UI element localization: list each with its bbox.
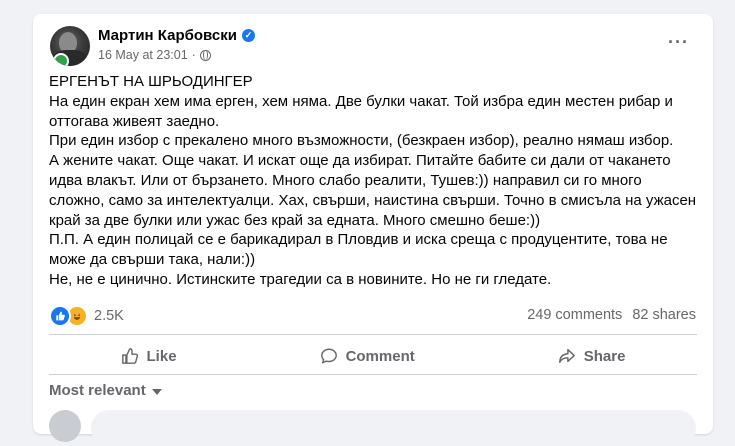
- post-paragraph: П.П. А един полицай се е барикадирал в П…: [49, 231, 668, 269]
- comment-input[interactable]: [91, 410, 696, 446]
- author-name[interactable]: Мартин Карбовски: [98, 27, 237, 44]
- comments-count[interactable]: 249 comments: [527, 307, 622, 323]
- post-meta: 16 May at 23:01 ·: [98, 48, 211, 62]
- comment-label: Comment: [345, 347, 415, 365]
- like-button[interactable]: Like: [101, 341, 197, 371]
- reactions-summary[interactable]: 2.5K: [49, 305, 124, 327]
- online-status-icon: [53, 53, 69, 66]
- current-user-avatar: [49, 410, 81, 442]
- post-card: Мартин Карбовски ✓ 16 May at 23:01 · ···…: [33, 14, 713, 446]
- divider: [49, 334, 697, 335]
- divider: [49, 374, 697, 375]
- share-label: Share: [583, 347, 626, 365]
- post-actions: Like Comment Share: [49, 339, 697, 373]
- verified-badge-icon: ✓: [241, 29, 255, 42]
- post-paragraph: Не, не е цинично. Истинските трагедии са…: [49, 270, 552, 288]
- author-name-row: Мартин Карбовски ✓: [98, 27, 255, 44]
- like-reaction-icon: [49, 305, 71, 327]
- post-timestamp[interactable]: 16 May at 23:01: [98, 48, 188, 62]
- share-icon: [558, 347, 576, 365]
- comment-icon: [320, 347, 338, 365]
- post-text: ЕРГЕНЪТ НА ШРЬОДИНГЕР На един екран хем …: [49, 72, 701, 290]
- reaction-count[interactable]: 2.5K: [94, 308, 124, 324]
- globe-icon: [199, 49, 211, 61]
- meta-separator: ·: [191, 48, 196, 62]
- shares-count[interactable]: 82 shares: [632, 307, 696, 323]
- more-options-icon[interactable]: ···: [668, 32, 689, 53]
- comment-sort-label: Most relevant: [49, 382, 146, 399]
- comment-sort-dropdown[interactable]: Most relevant: [49, 382, 162, 399]
- like-label: Like: [146, 347, 177, 365]
- post-paragraph: А жените чакат. Още чакат. И искат още д…: [49, 152, 697, 229]
- comment-button[interactable]: Comment: [300, 341, 435, 371]
- reaction-icons: [49, 305, 88, 327]
- post-paragraph: На един екран хем има ерген, хем няма. Д…: [49, 92, 673, 130]
- like-icon: [121, 347, 139, 365]
- chevron-down-icon: [151, 388, 162, 395]
- post-title: ЕРГЕНЪТ НА ШРЬОДИНГЕР: [49, 73, 253, 90]
- share-button[interactable]: Share: [538, 341, 646, 371]
- engagement-counts: 249 comments 82 shares: [527, 307, 696, 323]
- post-paragraph: При един избор с прекалено много възможн…: [49, 132, 674, 150]
- author-avatar[interactable]: [50, 26, 90, 66]
